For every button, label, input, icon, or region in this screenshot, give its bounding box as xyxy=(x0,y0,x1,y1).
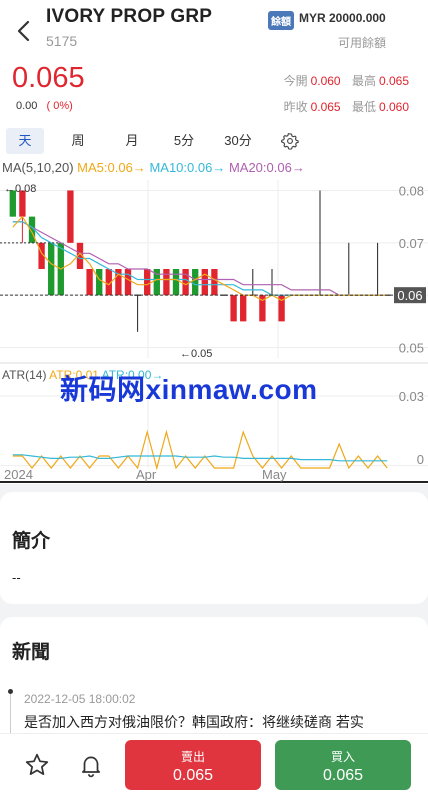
atr-axis-label: 0.03 xyxy=(399,389,424,404)
buy-label: 買入 xyxy=(330,750,355,764)
candle-body xyxy=(211,269,218,296)
candle-body xyxy=(86,269,93,296)
price-axis-label: 0.08 xyxy=(399,183,424,198)
high-value: 0.065 xyxy=(378,74,409,88)
x-axis-label: 2024 xyxy=(4,467,33,482)
atr-line xyxy=(12,454,388,462)
news-title: 新聞 xyxy=(12,642,51,663)
sell-button[interactable]: 賣出 0.065 xyxy=(125,740,261,790)
sell-label: 賣出 xyxy=(180,750,205,764)
sell-price: 0.065 xyxy=(172,767,214,784)
candle-body xyxy=(192,269,199,296)
atr-axis-label: 0 xyxy=(417,452,424,467)
prev-close-value: 0.065 xyxy=(310,100,341,114)
intro-title: 簡介 xyxy=(12,531,51,552)
x-axis-label: May xyxy=(262,467,287,482)
price-axis-label: 0.05 xyxy=(399,341,424,356)
candle-body xyxy=(67,190,74,243)
candle-body xyxy=(240,295,247,322)
x-axis-label: Apr xyxy=(136,467,157,482)
price-axis-label: 0.07 xyxy=(399,236,424,251)
available-balance-label: 可用餘額 xyxy=(337,36,386,50)
intro-body: -- xyxy=(12,570,21,585)
candle-body xyxy=(172,269,180,296)
stock-title: IVORY PROP GRP xyxy=(46,6,213,27)
intro-card: 簡介 -- xyxy=(0,492,428,604)
change-value: 0.00 xyxy=(16,100,38,112)
star-icon[interactable] xyxy=(24,752,50,778)
last-price-tag: 0.06 xyxy=(397,288,422,303)
last-price: 0.065 xyxy=(12,62,85,94)
prev-close-label: 昨收 xyxy=(283,100,308,114)
buy-price: 0.065 xyxy=(322,767,364,784)
app-header: IVORY PROP GRP 5175 餘額 MYR 20000.000 可用餘… xyxy=(0,0,428,60)
min-price-label: ←0.05 xyxy=(180,348,212,360)
chart-canvas: 0.06 0.08 0.07 0.05 ←0.08 ←0.05 0.03 0 2024 Apr Ma… xyxy=(0,180,428,483)
stock-code: 5175 xyxy=(46,33,78,49)
news-item-headline[interactable]: 是否加入西方对俄油限价？韩国政府：将继续磋商 若实 xyxy=(24,712,404,732)
bell-icon[interactable] xyxy=(78,752,104,778)
candle-body xyxy=(201,269,208,296)
balance-value: MYR 20000.000 xyxy=(299,11,386,25)
open-value: 0.060 xyxy=(310,74,341,88)
high-label: 最高 xyxy=(351,74,376,88)
news-item-time: 2022-12-05 18:00:02 xyxy=(24,692,136,706)
tab-5min[interactable]: 5分 xyxy=(168,128,200,154)
candle-body xyxy=(124,269,132,296)
candle-body xyxy=(163,269,170,296)
gear-icon[interactable] xyxy=(281,132,299,150)
atr-legend-prefix: ATR(14) xyxy=(2,368,47,382)
candle-body xyxy=(96,269,103,296)
tab-day[interactable]: 天 xyxy=(6,128,44,154)
buy-button[interactable]: 買入 0.065 xyxy=(275,740,411,790)
candle-body xyxy=(144,269,151,296)
quote-panel: 0.065 0.00 ( 0%) 今開 0.060 最高 0.065 昨收 0.065… xyxy=(0,60,428,122)
tab-30min[interactable]: 30分 xyxy=(220,128,256,154)
low-value: 0.060 xyxy=(378,100,409,114)
kline-chart[interactable]: MA(5,10,20) MA5:0.06→ MA10:0.06→ MA20:0.… xyxy=(0,158,428,484)
tr-line xyxy=(12,429,388,471)
candle-body xyxy=(230,295,237,322)
stats-row-1: 今開 0.060 最高 0.065 xyxy=(276,68,409,94)
open-label: 今開 xyxy=(283,74,308,88)
max-price-label: ←0.08 xyxy=(4,183,36,195)
low-label: 最低 xyxy=(351,100,376,114)
candle-body xyxy=(48,242,55,296)
price-change: 0.00 ( 0%) xyxy=(16,100,73,112)
period-tabs: 天 周 月 5分 30分 xyxy=(0,122,428,158)
back-arrow-icon[interactable] xyxy=(14,18,36,44)
tab-week[interactable]: 周 xyxy=(62,128,94,154)
candle-body xyxy=(182,269,189,296)
quote-stats: 今開 0.060 最高 0.065 昨收 0.065 最低 0.060 xyxy=(276,68,409,120)
stats-row-2: 昨收 0.065 最低 0.060 xyxy=(276,94,409,120)
tab-month[interactable]: 月 xyxy=(116,128,148,154)
news-timeline-line xyxy=(10,694,11,734)
change-percent: ( 0%) xyxy=(46,100,73,112)
watermark-text: 新码网xinmaw.com xyxy=(60,374,318,405)
balance-badge: 餘額 xyxy=(268,11,294,30)
bottom-action-bar: 賣出 0.065 買入 0.065 xyxy=(0,733,428,797)
